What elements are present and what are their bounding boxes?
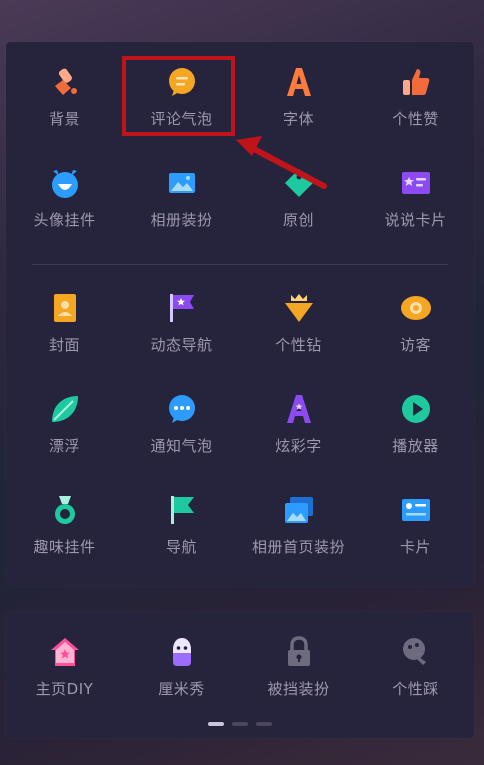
- item-label: 封面: [48, 336, 80, 354]
- cover-icon: [53, 294, 76, 322]
- item-custom-like[interactable]: 个性赞: [357, 42, 474, 143]
- item-colorful-font[interactable]: 炫彩字: [240, 369, 357, 470]
- item-label: 评论气泡: [150, 110, 213, 128]
- item-cover[interactable]: 封面: [6, 268, 123, 369]
- item-label: 播放器: [392, 437, 439, 455]
- item-fun-pendant[interactable]: 趣味挂件: [6, 470, 123, 571]
- thumbs-up-icon: [402, 69, 429, 95]
- item-notification-bubble[interactable]: 通知气泡: [123, 369, 240, 470]
- item-dynamic-navigation[interactable]: 动态导航: [123, 268, 240, 369]
- avatar-pendant-icon: [51, 170, 78, 198]
- item-label: 通知气泡: [150, 437, 213, 455]
- item-label: 厘米秀: [158, 680, 205, 698]
- item-label: 个性赞: [392, 110, 439, 128]
- diamond-icon: [284, 294, 313, 322]
- navigation-flag-icon: [170, 496, 194, 524]
- flag-icon: [169, 294, 194, 322]
- page-dot[interactable]: [232, 722, 248, 726]
- medal-icon: [54, 496, 75, 524]
- section-divider: [32, 264, 448, 265]
- page-indicator: [6, 722, 474, 726]
- grid-section-1: 背景 评论气泡 字体 个性赞 头像挂件 相册装扮 原创 说说卡片: [6, 42, 474, 244]
- item-cmshow[interactable]: 厘米秀: [123, 612, 240, 713]
- cmshow-icon: [172, 638, 191, 666]
- play-icon: [401, 395, 430, 423]
- notification-bubble-icon: [168, 395, 195, 423]
- item-album-home-decoration[interactable]: 相册首页装扮: [240, 470, 357, 571]
- item-label: 动态导航: [150, 336, 213, 354]
- item-label: 卡片: [399, 538, 431, 556]
- home-diy-icon: [50, 638, 79, 666]
- item-post-card[interactable]: 说说卡片: [357, 143, 474, 244]
- item-card[interactable]: 卡片: [357, 470, 474, 571]
- item-blocked-decoration[interactable]: 被挡装扮: [240, 612, 357, 713]
- item-label: 相册首页装扮: [251, 538, 345, 556]
- bottom-panel: 主页DIY 厘米秀 被挡装扮 个性踩: [6, 612, 474, 738]
- page-dot-active[interactable]: [208, 722, 224, 726]
- item-navigation[interactable]: 导航: [123, 470, 240, 571]
- item-label: 导航: [165, 538, 197, 556]
- footprint-icon: [402, 638, 426, 665]
- grid-section-2: 封面 动态导航 个性钻 访客 漂浮 通知气泡 炫彩字 播放器 趣味挂件 导航 相…: [6, 268, 474, 571]
- item-label: 趣味挂件: [33, 538, 96, 556]
- item-label: 背景: [48, 110, 80, 128]
- item-original[interactable]: 原创: [240, 143, 357, 244]
- visitor-icon: [400, 296, 431, 320]
- album-icon: [168, 173, 195, 193]
- card-icon: [401, 499, 430, 521]
- item-custom-diamond[interactable]: 个性钻: [240, 268, 357, 369]
- item-label: 相册装扮: [150, 211, 213, 229]
- item-player[interactable]: 播放器: [357, 369, 474, 470]
- item-comment-bubble[interactable]: 评论气泡: [123, 42, 240, 143]
- album-home-icon: [284, 497, 313, 523]
- original-tag-icon: [284, 169, 313, 197]
- item-album-decoration[interactable]: 相册装扮: [123, 143, 240, 244]
- item-home-diy[interactable]: 主页DIY: [6, 612, 123, 713]
- item-label: 说说卡片: [384, 211, 447, 229]
- item-label: 访客: [399, 336, 431, 354]
- item-label: 炫彩字: [275, 437, 322, 455]
- item-label: 个性钻: [275, 336, 322, 354]
- item-label: 字体: [282, 110, 314, 128]
- item-label: 漂浮: [48, 437, 80, 455]
- item-font[interactable]: 字体: [240, 42, 357, 143]
- leaf-icon: [51, 396, 78, 422]
- comment-bubble-icon: [168, 68, 195, 96]
- brush-icon: [54, 68, 77, 95]
- item-label: 原创: [282, 211, 314, 229]
- item-background[interactable]: 背景: [6, 42, 123, 143]
- font-icon: [286, 68, 311, 96]
- grid-bottom: 主页DIY 厘米秀 被挡装扮 个性踩: [6, 612, 474, 713]
- item-label: 头像挂件: [33, 211, 96, 229]
- item-custom-footprint[interactable]: 个性踩: [357, 612, 474, 713]
- decoration-panel: 背景 评论气泡 字体 个性赞 头像挂件 相册装扮 原创 说说卡片 封面 动态导航…: [6, 42, 474, 586]
- item-label: 个性踩: [392, 680, 439, 698]
- item-float[interactable]: 漂浮: [6, 369, 123, 470]
- item-label: 主页DIY: [35, 680, 94, 698]
- item-avatar-pendant[interactable]: 头像挂件: [6, 143, 123, 244]
- lock-icon: [287, 636, 310, 666]
- colorful-font-icon: [286, 395, 311, 423]
- post-card-icon: [401, 172, 430, 194]
- item-label: 被挡装扮: [267, 680, 330, 698]
- item-visitor[interactable]: 访客: [357, 268, 474, 369]
- page-dot[interactable]: [256, 722, 272, 726]
